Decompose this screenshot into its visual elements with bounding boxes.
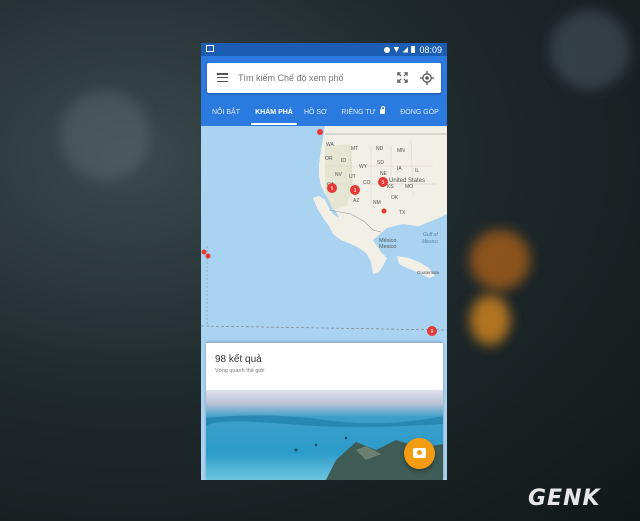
lock-icon xyxy=(379,106,385,114)
map-label: IL xyxy=(415,168,419,174)
camera-icon xyxy=(413,448,426,458)
phone-screen: 08:09 NỔI BẬT KHÁM PHÁ HỒ SƠ RIÊNG TƯ ĐÓ… xyxy=(201,43,447,480)
background-bokeh xyxy=(550,10,630,90)
map-label: WA xyxy=(326,142,335,148)
marker-count: 5 xyxy=(382,180,385,186)
tab-contribute[interactable]: ĐÓNG GÓP xyxy=(392,103,447,126)
map-label: UT xyxy=(349,174,356,180)
map-label: OR xyxy=(325,156,333,162)
map-label: OK xyxy=(391,195,399,201)
tab-private-label: RIÊNG TƯ xyxy=(341,109,376,116)
tab-bar: NỔI BẬT KHÁM PHÁ HỒ SƠ RIÊNG TƯ ĐÓNG GÓP xyxy=(201,103,447,126)
fullscreen-icon[interactable] xyxy=(397,72,408,83)
results-subtitle: Vòng quanh thế giới xyxy=(215,368,265,374)
search-bar[interactable] xyxy=(207,63,441,93)
background-bokeh xyxy=(60,90,150,180)
genk-logo: GENK xyxy=(528,486,601,511)
map-label: Guatemala xyxy=(417,270,440,275)
map-label: Mexico xyxy=(422,239,438,245)
map-label: KS xyxy=(387,184,394,190)
map-label: Gulf of xyxy=(423,232,438,238)
underwater-photo[interactable] xyxy=(206,390,443,480)
app-bar: NỔI BẬT KHÁM PHÁ HỒ SƠ RIÊNG TƯ ĐÓNG GÓP xyxy=(201,56,447,126)
menu-icon[interactable] xyxy=(217,73,228,83)
battery-icon xyxy=(411,46,416,53)
search-input[interactable] xyxy=(238,71,378,85)
status-bar: 08:09 xyxy=(201,43,447,56)
marker-count: 9 xyxy=(431,329,434,335)
background-bokeh xyxy=(470,230,530,290)
background-bokeh xyxy=(470,295,510,345)
map-label: TX xyxy=(399,210,406,216)
marker-count: 3 xyxy=(354,188,357,194)
map-marker[interactable] xyxy=(381,208,387,214)
results-count: 98 kết quả xyxy=(215,354,262,365)
wifi-icon xyxy=(393,46,400,53)
marker-count: 5 xyxy=(331,186,334,192)
map-label: MO xyxy=(405,184,413,190)
map-label: ND xyxy=(376,146,384,152)
alarm-icon xyxy=(384,46,391,53)
map-marker[interactable] xyxy=(201,249,207,255)
map-marker[interactable] xyxy=(205,253,211,259)
map-label: SD xyxy=(377,160,384,166)
map-label: MT xyxy=(351,146,358,152)
map-label: Mexico xyxy=(379,244,396,250)
tab-explore[interactable]: KHÁM PHÁ xyxy=(251,103,297,126)
map-label: AZ xyxy=(353,198,359,204)
tab-featured[interactable]: NỔI BẬT xyxy=(201,103,251,126)
signal-icon xyxy=(402,46,409,53)
gallery-icon xyxy=(206,45,214,52)
map-label: ID xyxy=(341,158,346,164)
tab-private[interactable]: RIÊNG TƯ xyxy=(334,103,392,126)
map-label: NE xyxy=(380,171,388,177)
map-label: MN xyxy=(397,148,405,154)
map-marker[interactable] xyxy=(317,129,323,135)
map-label: IA xyxy=(397,166,402,172)
status-time: 08:09 xyxy=(419,44,442,55)
map-label: WY xyxy=(359,164,368,170)
map-label: NV xyxy=(335,172,343,178)
map-label: CO xyxy=(363,180,371,186)
tab-profile[interactable]: HỒ SƠ xyxy=(297,103,334,126)
add-photo-button[interactable] xyxy=(404,438,435,469)
map-label: NM xyxy=(373,200,381,206)
my-location-icon[interactable] xyxy=(420,71,434,85)
